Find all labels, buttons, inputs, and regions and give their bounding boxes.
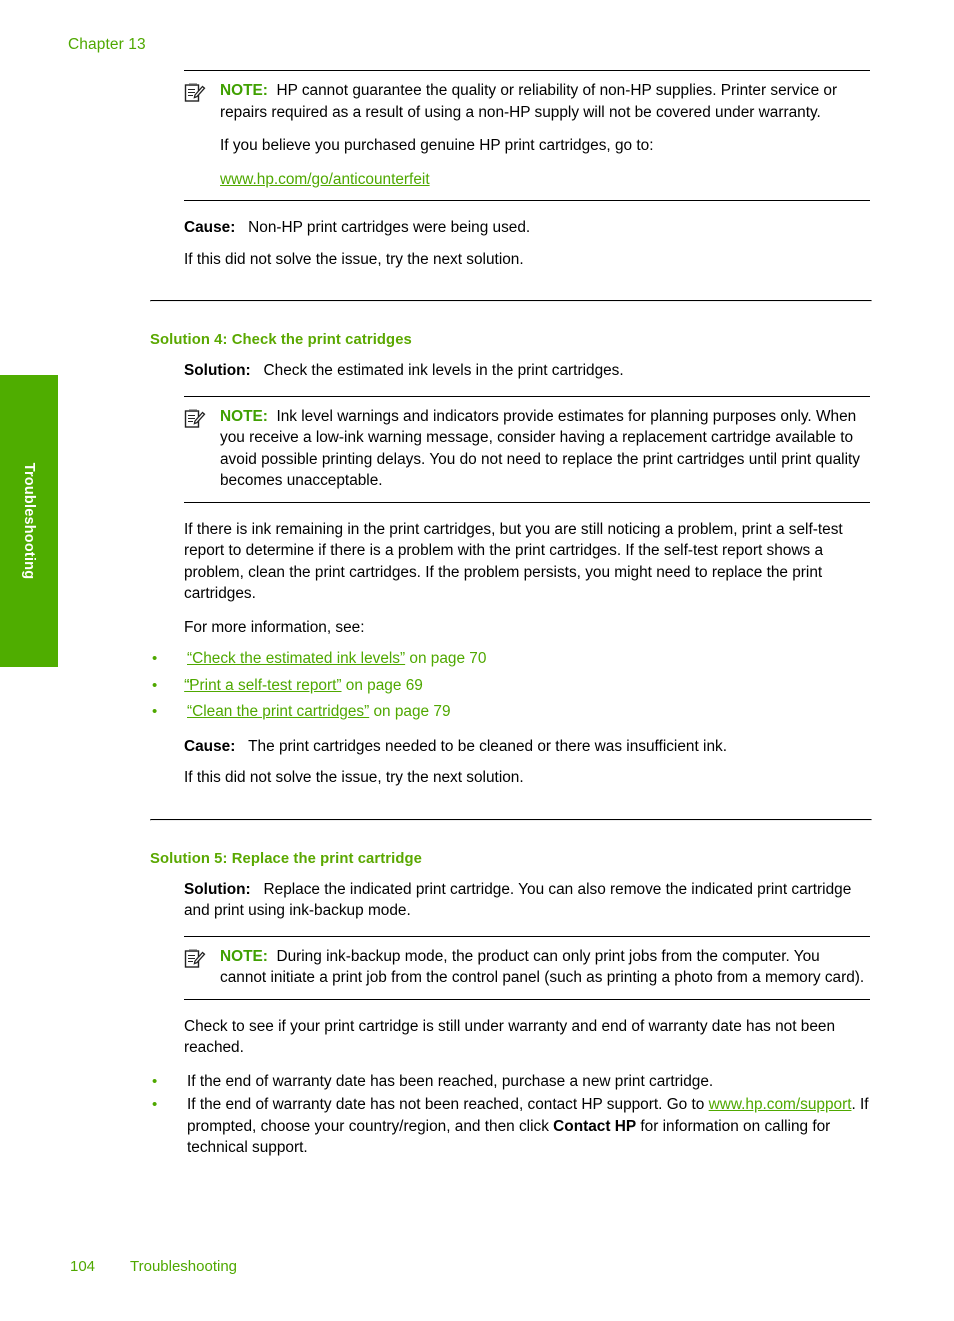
note-paragraph: NOTE: HP cannot guarantee the quality or… (220, 80, 870, 123)
anticounterfeit-link[interactable]: www.hp.com/go/anticounterfeit (220, 171, 430, 188)
cause-followup: If this did not solve the issue, try the… (184, 769, 524, 786)
note-box-ink-backup-mode: NOTE: During ink-backup mode, the produc… (184, 935, 870, 1000)
more-info-lead: For more information, see: (184, 618, 365, 636)
solution-text: Replace the indicated print cartridge. Y… (184, 880, 852, 920)
solution-5-solution-line: Solution: Replace the indicated print ca… (184, 879, 870, 922)
list-item: If the end of warranty date has been rea… (150, 1071, 870, 1093)
footer-page-number: 104 (70, 1258, 96, 1275)
note-pencil-icon (184, 82, 206, 104)
link-page-suffix: on page 79 (369, 703, 451, 720)
solution-4-heading: Solution 4: Check the print catridges (150, 332, 412, 348)
cause-followup: If this did not solve the issue, try the… (184, 250, 524, 268)
side-tab-troubleshooting: Troubleshooting (0, 375, 58, 667)
link-check-estimated-ink-levels[interactable]: “Check the estimated ink levels” (187, 650, 405, 667)
list-item[interactable]: “Check the estimated ink levels” on page… (150, 646, 870, 673)
solution-label: Solution: (184, 880, 251, 898)
solution-5-heading: Solution 5: Replace the print cartridge (150, 850, 422, 867)
note-label: NOTE: (220, 947, 268, 965)
list-item[interactable]: ““Print a self-test report” on page 69 (150, 673, 870, 700)
page-content: NOTE: HP cannot guarantee the quality or… (150, 70, 872, 1161)
note-box-ink-level-warnings: NOTE: Ink level warnings and indicators … (184, 395, 870, 503)
warranty-intro: Check to see if your print cartridge is … (184, 1017, 836, 1057)
cause-block-2: Cause: The print cartridges needed to be… (184, 736, 870, 789)
warranty-intro-block: Check to see if your print cartridge is … (184, 1016, 870, 1059)
note-text: HP cannot guarantee the quality or relia… (220, 82, 838, 121)
hp-support-link[interactable]: www.hp.com/support (709, 1096, 852, 1113)
contact-hp-bold: Contact HP (553, 1117, 637, 1135)
chapter-label: Chapter 13 (68, 36, 146, 53)
page-footer: 104 Troubleshooting (70, 1258, 237, 1275)
note-paragraph-secondary: If you believe you purchased genuine HP … (220, 137, 654, 154)
cause-text: The print cartridges needed to be cleane… (248, 737, 727, 755)
link-clean-print-cartridges[interactable]: “Clean the print cartridges” (187, 703, 369, 720)
cause-line: Cause: Non-HP print cartridges were bein… (184, 217, 870, 239)
warranty-bullet-2-text-a: If the end of warranty date has not been… (187, 1096, 709, 1113)
cause-block-1: Cause: Non-HP print cartridges were bein… (184, 217, 870, 270)
note-label: NOTE: (220, 407, 268, 425)
solution-4-body-text: If there is ink remaining in the print c… (184, 520, 843, 603)
link-print-self-test-report[interactable]: “Print a self-test report” (184, 677, 341, 694)
cause-label: Cause: (184, 737, 236, 755)
note-text: During ink-backup mode, the product can … (220, 947, 865, 987)
warranty-bullet-1-text: If the end of warranty date has been rea… (187, 1072, 714, 1090)
cause-label: Cause: (184, 219, 236, 236)
solution-label: Solution: (184, 362, 251, 379)
note-label: NOTE: (220, 82, 268, 99)
solution-text: Check the estimated ink levels in the pr… (263, 362, 624, 379)
side-tab-label: Troubleshooting (21, 462, 37, 580)
footer-section-label: Troubleshooting (130, 1258, 238, 1275)
link-page-suffix: on page 70 (405, 650, 487, 667)
solution-4-solution-line: Solution: Check the estimated ink levels… (184, 360, 870, 382)
warranty-bullets: If the end of warranty date has been rea… (150, 1071, 870, 1159)
note-pencil-icon (184, 408, 206, 430)
link-page-suffix: on page 69 (341, 676, 423, 694)
related-links-list: “Check the estimated ink levels” on page… (150, 646, 870, 726)
note-text: Ink level warnings and indicators provid… (220, 407, 860, 490)
solution-4-body: If there is ink remaining in the print c… (184, 519, 870, 639)
list-item[interactable]: “Clean the print cartridges” on page 79 (150, 699, 870, 726)
list-item[interactable]: If the end of warranty date has not been… (150, 1094, 870, 1159)
note-box-non-hp-supplies: NOTE: HP cannot guarantee the quality or… (184, 70, 870, 201)
note-pencil-icon (184, 948, 206, 970)
cause-text: Non-HP print cartridges were being used. (248, 219, 531, 236)
cause-line: Cause: The print cartridges needed to be… (184, 736, 870, 758)
